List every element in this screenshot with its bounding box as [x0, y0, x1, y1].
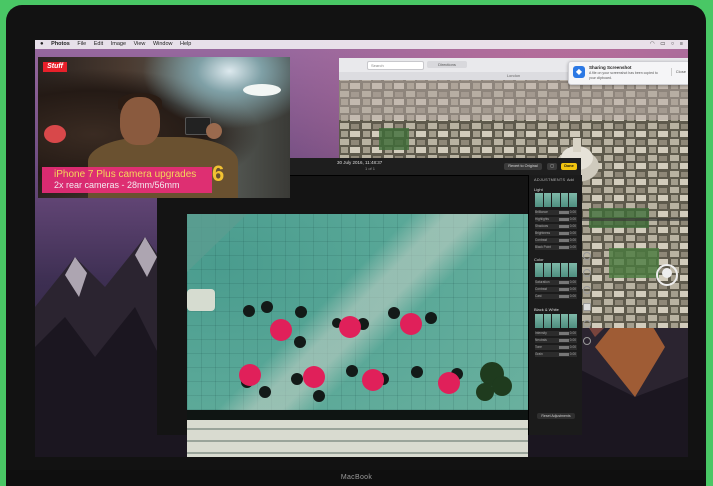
adjust-slider-intensity[interactable]: Intensity 0.00: [535, 331, 577, 336]
wifi-icon[interactable]: ◠: [650, 40, 655, 49]
done-button[interactable]: Done: [561, 163, 577, 170]
adjust-slider-shadows[interactable]: Shadows 0.00: [535, 224, 577, 229]
directions-button[interactable]: Directions: [427, 61, 467, 68]
notification-title: Sharing Screenshot: [589, 65, 632, 70]
notification-body: A file on your screenshot has been copie…: [589, 71, 658, 80]
video-person-head: [120, 97, 160, 145]
edited-photo[interactable]: [187, 214, 528, 457]
adjust-slider-color-contrast[interactable]: Contrast 0.00: [535, 287, 577, 292]
add-adjustment-button[interactable]: Add: [567, 178, 574, 182]
video-headline: iPhone 7 Plus camera upgrades: [54, 169, 197, 180]
menu-help[interactable]: Help: [180, 40, 191, 49]
black-white-presets[interactable]: [535, 314, 577, 328]
edit-tools-strip: [583, 252, 591, 382]
photos-window: 30 July 2016, 11:48:37 1 of 1 Revert to …: [157, 158, 582, 457]
camera-hud-icon: [656, 264, 678, 286]
adjust-slider-contrast[interactable]: Contrast 0.00: [535, 238, 577, 243]
revert-to-original-button[interactable]: Revert to Original: [504, 163, 542, 170]
color-presets[interactable]: [535, 263, 577, 277]
rotate-icon[interactable]: [583, 269, 591, 277]
notification-center-icon[interactable]: ≡: [680, 40, 683, 49]
video-person-hand: [206, 123, 222, 139]
dropbox-icon: ◆: [573, 66, 585, 78]
device-label: MacBook: [340, 474, 373, 481]
adjust-slider-saturation[interactable]: Saturation 0.00: [535, 280, 577, 285]
menu-image[interactable]: Image: [111, 40, 126, 49]
light-section-label[interactable]: Light: [534, 187, 543, 192]
reset-adjustments-button[interactable]: Reset Adjustments: [537, 413, 575, 419]
adjust-slider-highlights[interactable]: Highlights 0.00: [535, 217, 577, 222]
video-lamp: [243, 84, 281, 96]
crop-icon[interactable]: ▢: [547, 163, 557, 170]
status-icons: ◠ ▭ ○ ≡: [646, 40, 683, 49]
photo-subtitle: 1 of 1: [365, 166, 376, 171]
adjust-slider-black-point[interactable]: Black Point 0.00: [535, 245, 577, 250]
adjust-slider-grain[interactable]: Grain 0.00: [535, 352, 577, 357]
video-background-object: [44, 125, 66, 143]
retouch-icon[interactable]: [583, 320, 591, 328]
video-overlay: Stuff iPhone 7 Plus camera upgrades 2x r…: [38, 57, 290, 198]
adjust-icon[interactable]: [583, 303, 591, 311]
menu-edit[interactable]: Edit: [94, 40, 103, 49]
menu-window[interactable]: Window: [153, 40, 173, 49]
notification-banner[interactable]: ◆ Sharing Screenshot A file on your scre…: [568, 61, 688, 85]
adjust-slider-brilliance[interactable]: Brilliance 0.00: [535, 210, 577, 215]
photo-date: 30 July 2016, 11:48:37: [337, 160, 383, 165]
maps-search-input[interactable]: Search: [367, 61, 424, 70]
menu-view[interactable]: View: [134, 40, 146, 49]
menu-file[interactable]: File: [77, 40, 86, 49]
menu-app-name[interactable]: Photos: [51, 40, 70, 49]
filters-icon[interactable]: [583, 286, 591, 294]
menu-bar: ● Photos File Edit Image View Window Hel…: [35, 40, 688, 49]
photo-content: [187, 214, 528, 457]
adjust-slider-brightness[interactable]: Brightness 0.00: [535, 231, 577, 236]
video-lower-third: iPhone 7 Plus camera upgrades 2x rear ca…: [42, 167, 212, 193]
black-white-section-label[interactable]: Black & White: [534, 307, 559, 312]
spotlight-icon[interactable]: ○: [671, 40, 674, 49]
adjust-slider-cast[interactable]: Cast 0.00: [535, 294, 577, 299]
battery-icon[interactable]: ▭: [660, 40, 665, 49]
red-eye-icon[interactable]: [583, 337, 591, 345]
light-presets[interactable]: [535, 193, 577, 207]
video-number: 6: [212, 161, 225, 186]
notification-close-button[interactable]: Close: [670, 68, 686, 76]
video-subline: 2x rear cameras - 28mm/56mm: [54, 180, 180, 190]
apple-menu-icon[interactable]: ●: [40, 40, 44, 49]
enhance-icon[interactable]: [583, 252, 591, 260]
stuff-logo: Stuff: [43, 62, 67, 72]
adjustments-title: ADJUSTMENTS: [534, 178, 566, 182]
adjust-slider-neutrals[interactable]: Neutrals 0.00: [535, 338, 577, 343]
adjustments-panel: ADJUSTMENTS Add Light Brilliance 0.00 Hig…: [528, 175, 582, 435]
color-section-label[interactable]: Color: [534, 257, 544, 262]
adjust-slider-tone[interactable]: Tone 0.00: [535, 345, 577, 350]
